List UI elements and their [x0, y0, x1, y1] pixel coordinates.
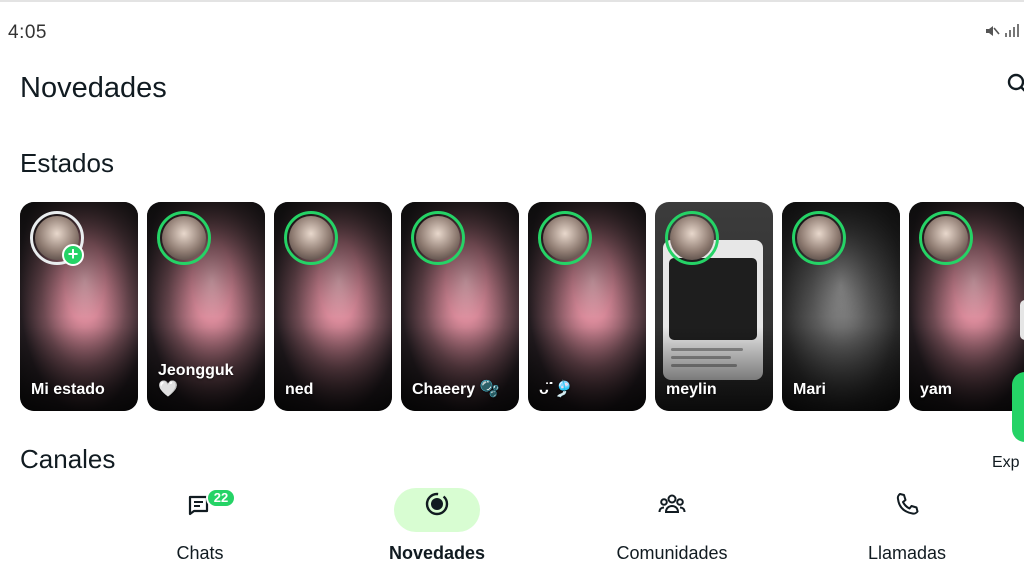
nav-item-chats[interactable]: 22 Chats [90, 480, 310, 575]
status-bar: 4:05 [0, 0, 1024, 43]
status-label: ned [285, 381, 314, 398]
status-icons [984, 22, 1020, 40]
status-label: Mari [793, 381, 826, 398]
status-label: meylin [666, 381, 717, 398]
communities-icon [658, 494, 686, 513]
section-title-estados: Estados [20, 148, 114, 178]
avatar [665, 211, 719, 265]
section-title-canales: Canales [20, 444, 116, 474]
avatar [538, 211, 592, 265]
status-label: Jeongguk 🤍 [158, 362, 234, 398]
status-label: ᴗ̈ᐝ🎐 [539, 381, 574, 398]
bottom-navigation: 22 Chats Novedades Comunidades Llamadas [0, 480, 1024, 575]
status-card[interactable]: meylin [655, 202, 773, 411]
status-card[interactable]: Chaeery 🫧 [401, 202, 519, 411]
avatar [792, 211, 846, 265]
avatar [157, 211, 211, 265]
nav-label: Llamadas [867, 543, 947, 563]
phone-icon [896, 493, 919, 515]
new-status-fab[interactable] [1012, 372, 1024, 442]
signal-icon [1005, 23, 1019, 37]
page-title: Novedades [20, 72, 167, 104]
status-card[interactable]: yam [909, 202, 1024, 411]
status-card[interactable]: ᴗ̈ᐝ🎐 [528, 202, 646, 411]
nav-item-novedades[interactable]: Novedades [327, 480, 547, 575]
nav-item-comunidades[interactable]: Comunidades [562, 480, 782, 575]
scroll-hint [1020, 300, 1024, 340]
nav-label: Chats [176, 543, 224, 563]
status-label: Chaeery 🫧 [412, 381, 500, 398]
avatar [919, 211, 973, 265]
mute-icon [985, 25, 1000, 36]
search-button[interactable] [1006, 72, 1024, 96]
status-time: 4:05 [8, 22, 47, 43]
search-icon [1007, 73, 1024, 92]
status-list: + Mi estado Jeongguk 🤍 ned Chaeery 🫧 ᴗ̈ᐝ… [20, 202, 1024, 412]
status-label: yam [920, 381, 953, 398]
nav-label: Novedades [388, 543, 486, 563]
status-label: Mi estado [31, 381, 105, 398]
heart-icon: 🤍 [158, 381, 178, 398]
status-card[interactable]: Mari [782, 202, 900, 411]
unread-badge: 22 [206, 488, 236, 508]
updates-icon [425, 492, 449, 516]
avatar [411, 211, 465, 265]
nav-label: Comunidades [616, 543, 728, 563]
nav-item-llamadas[interactable]: Llamadas [797, 480, 1017, 575]
status-card[interactable]: ned [274, 202, 392, 411]
explore-link[interactable]: Exp [992, 454, 1020, 472]
add-status-icon[interactable]: + [62, 244, 84, 266]
avatar [284, 211, 338, 265]
status-card[interactable]: Jeongguk 🤍 [147, 202, 265, 411]
status-card-mine[interactable]: + Mi estado [20, 202, 138, 411]
